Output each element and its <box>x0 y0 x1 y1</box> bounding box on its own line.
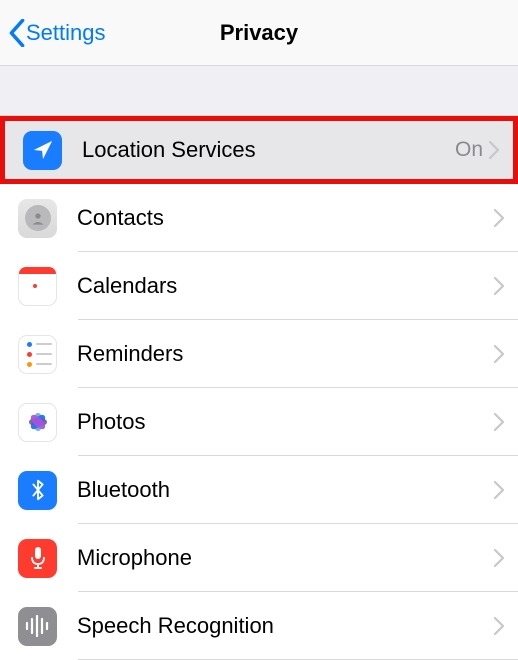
row-location-services[interactable]: Location Services On <box>0 116 518 184</box>
row-label: Reminders <box>57 341 494 367</box>
chevron-right-icon <box>494 617 518 635</box>
chevron-right-icon <box>494 549 518 567</box>
row-value: On <box>455 138 489 162</box>
chevron-right-icon <box>489 141 513 159</box>
row-reminders[interactable]: Reminders <box>0 320 518 388</box>
row-label: Calendars <box>57 273 494 299</box>
contacts-icon <box>18 199 57 238</box>
row-contacts[interactable]: Contacts <box>0 184 518 252</box>
row-photos[interactable]: Photos <box>0 388 518 456</box>
row-label: Contacts <box>57 205 494 231</box>
row-label: Microphone <box>57 545 494 571</box>
row-label: Speech Recognition <box>57 613 494 639</box>
chevron-right-icon <box>494 481 518 499</box>
chevron-right-icon <box>494 277 518 295</box>
chevron-right-icon <box>494 413 518 431</box>
location-icon <box>23 131 62 170</box>
speech-icon <box>18 607 57 646</box>
chevron-left-icon <box>8 19 26 47</box>
calendar-icon <box>18 267 57 306</box>
back-label: Settings <box>26 20 106 46</box>
chevron-right-icon <box>494 209 518 227</box>
bluetooth-icon <box>18 471 57 510</box>
chevron-right-icon <box>494 345 518 363</box>
row-bluetooth[interactable]: Bluetooth <box>0 456 518 524</box>
settings-list: Location Services On Contacts Calendars … <box>0 116 518 660</box>
row-label: Bluetooth <box>57 477 494 503</box>
microphone-icon <box>18 539 57 578</box>
row-microphone[interactable]: Microphone <box>0 524 518 592</box>
row-calendars[interactable]: Calendars <box>0 252 518 320</box>
reminders-icon <box>18 335 57 374</box>
row-label: Location Services <box>62 137 455 163</box>
nav-bar: Settings Privacy <box>0 0 518 66</box>
row-speech-recognition[interactable]: Speech Recognition <box>0 592 518 660</box>
photos-icon <box>18 403 57 442</box>
back-button[interactable]: Settings <box>0 19 106 47</box>
row-label: Photos <box>57 409 494 435</box>
section-spacer <box>0 66 518 116</box>
